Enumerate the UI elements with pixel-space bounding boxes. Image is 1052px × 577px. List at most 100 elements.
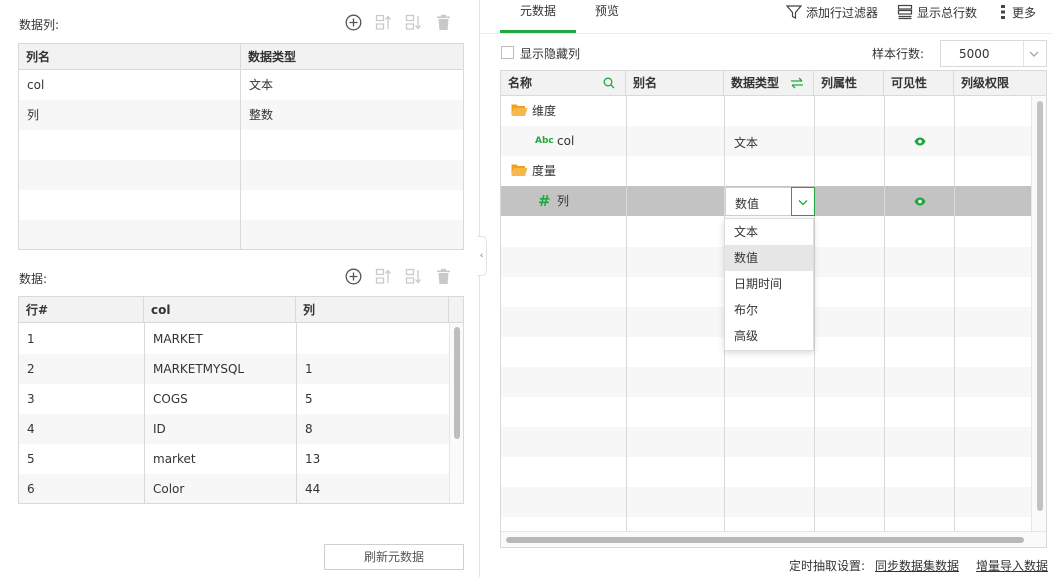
- column-type-cell: 整数: [249, 108, 274, 122]
- meta-header-name-label: 名称: [508, 76, 533, 90]
- move-down-icon[interactable]: [404, 13, 422, 31]
- lie-value-cell: [297, 324, 305, 354]
- scrollbar-thumb[interactable]: [506, 537, 1024, 543]
- column-name-cell: 列: [27, 108, 40, 122]
- column-header-name[interactable]: 列名: [19, 44, 241, 70]
- column-type-cell: 文本: [249, 78, 274, 92]
- col-value-cell: Color: [153, 482, 185, 496]
- more-vertical-icon: [1001, 5, 1005, 19]
- refresh-metadata-button[interactable]: 刷新元数据: [324, 544, 464, 570]
- swap-icon[interactable]: [790, 77, 804, 89]
- group-row-dimension[interactable]: 维度: [501, 96, 1031, 126]
- col-value-cell: MARKET: [153, 332, 203, 346]
- lie-value-cell: 1: [305, 362, 313, 376]
- datatype-select-toggle[interactable]: [791, 187, 815, 216]
- sample-rows-label: 样本行数:: [872, 47, 925, 61]
- eye-icon[interactable]: [914, 137, 926, 146]
- metadata-horizontal-scrollbar[interactable]: [501, 531, 1046, 547]
- chevron-down-icon: [798, 200, 808, 206]
- data-header-lie[interactable]: 列: [296, 297, 449, 323]
- scrollbar-thumb[interactable]: [454, 327, 460, 439]
- pane-divider[interactable]: [479, 0, 480, 577]
- dropdown-option-text[interactable]: 文本: [725, 219, 813, 245]
- metadata-vertical-scrollbar[interactable]: [1031, 96, 1046, 531]
- table-row[interactable]: 1 MARKET: [19, 324, 449, 354]
- add-row-filter-label: 添加行过滤器: [806, 5, 879, 20]
- more-button[interactable]: 更多: [998, 2, 1036, 22]
- show-hidden-label: 显示隐藏列: [520, 47, 581, 61]
- datatype-select-value: 数值: [735, 197, 760, 211]
- col-value-cell: ID: [153, 422, 166, 436]
- data-header-col[interactable]: col: [144, 297, 296, 323]
- col-value-cell: COGS: [153, 392, 188, 406]
- col-value-cell: market: [153, 452, 196, 466]
- group-row-measure[interactable]: 度量: [501, 156, 1031, 186]
- more-label: 更多: [1012, 5, 1037, 20]
- columns-label: 数据列:: [19, 18, 60, 32]
- collapse-handle[interactable]: ‹: [477, 236, 487, 276]
- row-number-cell: 2: [27, 362, 35, 376]
- row-number-cell: 6: [27, 482, 35, 496]
- columns-table: 列名 数据类型 col 文本 列 整数: [18, 43, 464, 250]
- table-row[interactable]: 4 ID 8: [19, 414, 449, 444]
- lie-value-cell: 44: [305, 482, 321, 496]
- meta-header-column-attr[interactable]: 列属性: [814, 71, 884, 96]
- columns-table-header: 列名 数据类型: [19, 44, 463, 70]
- table-row[interactable]: 6 Color 44: [19, 474, 449, 503]
- table-row[interactable]: 5 market 13: [19, 444, 449, 474]
- chevron-left-icon: ‹: [479, 251, 484, 261]
- tab-preview[interactable]: 预览: [584, 0, 630, 33]
- schedule-label: 定时抽取设置:: [789, 559, 866, 573]
- meta-header-alias[interactable]: 别名: [626, 71, 724, 96]
- sample-rows-value: 5000: [959, 47, 990, 61]
- meta-header-name[interactable]: 名称: [501, 71, 626, 96]
- data-table-header: 行# col 列: [19, 297, 463, 323]
- lie-value-cell: 5: [305, 392, 313, 406]
- show-hidden-checkbox[interactable]: [501, 46, 514, 59]
- move-up-icon[interactable]: [374, 13, 392, 31]
- meta-header-datatype[interactable]: 数据类型: [724, 71, 814, 96]
- dropdown-option-boolean[interactable]: 布尔: [725, 297, 813, 323]
- scrollbar-thumb[interactable]: [1037, 101, 1043, 511]
- field-type-col[interactable]: 文本: [734, 128, 758, 158]
- data-table-scrollbar[interactable]: [449, 323, 463, 503]
- eye-icon[interactable]: [914, 197, 926, 206]
- dropdown-option-datetime[interactable]: 日期时间: [725, 271, 813, 297]
- delete-row-icon[interactable]: [434, 267, 452, 285]
- add-column-icon[interactable]: [344, 13, 362, 31]
- field-row-col[interactable]: Abc col 文本: [501, 126, 1031, 156]
- data-header-rownum[interactable]: 行#: [19, 297, 144, 323]
- dropdown-option-numeric[interactable]: 数值: [725, 245, 813, 271]
- meta-header-permission[interactable]: 列级权限: [954, 71, 1046, 96]
- data-table: 行# col 列 1 MARKET 2 MARKETMYSQL 1 3 COGS…: [18, 296, 464, 504]
- group-label-dimension: 维度: [532, 104, 557, 118]
- search-icon[interactable]: [603, 77, 615, 89]
- add-row-icon[interactable]: [344, 267, 362, 285]
- column-header-type[interactable]: 数据类型: [241, 44, 463, 70]
- delete-column-icon[interactable]: [434, 13, 452, 31]
- row-number-cell: 3: [27, 392, 35, 406]
- incremental-import-link[interactable]: 增量导入数据: [976, 557, 1048, 574]
- show-total-rows-button[interactable]: 显示总行数: [897, 2, 977, 22]
- metadata-table-header: 名称 别名 数据类型 列属性 可见性 列级权限: [501, 71, 1046, 96]
- chevron-down-icon: [1029, 51, 1039, 57]
- table-row[interactable]: 2 MARKETMYSQL 1: [19, 354, 449, 384]
- group-label-measure: 度量: [532, 164, 557, 178]
- sync-dataset-link[interactable]: 同步数据集数据: [875, 557, 959, 574]
- col-value-cell: MARKETMYSQL: [153, 362, 245, 376]
- table-row[interactable]: col 文本: [19, 70, 463, 100]
- meta-header-datatype-label: 数据类型: [731, 76, 780, 90]
- datatype-select[interactable]: 数值: [725, 187, 815, 216]
- move-up-icon[interactable]: [374, 267, 392, 285]
- add-row-filter-button[interactable]: 添加行过滤器: [786, 2, 878, 22]
- column-name-cell: col: [27, 78, 45, 92]
- row-number-cell: 4: [27, 422, 35, 436]
- tab-metadata[interactable]: 元数据: [500, 0, 576, 33]
- sample-rows-select[interactable]: 5000: [940, 40, 1047, 67]
- meta-header-visibility[interactable]: 可见性: [884, 71, 954, 96]
- table-row[interactable]: 列 整数: [19, 100, 463, 130]
- dropdown-option-advanced[interactable]: 高级: [725, 323, 813, 349]
- field-name-lie: 列: [557, 194, 570, 208]
- move-down-icon[interactable]: [404, 267, 422, 285]
- table-row[interactable]: 3 COGS 5: [19, 384, 449, 414]
